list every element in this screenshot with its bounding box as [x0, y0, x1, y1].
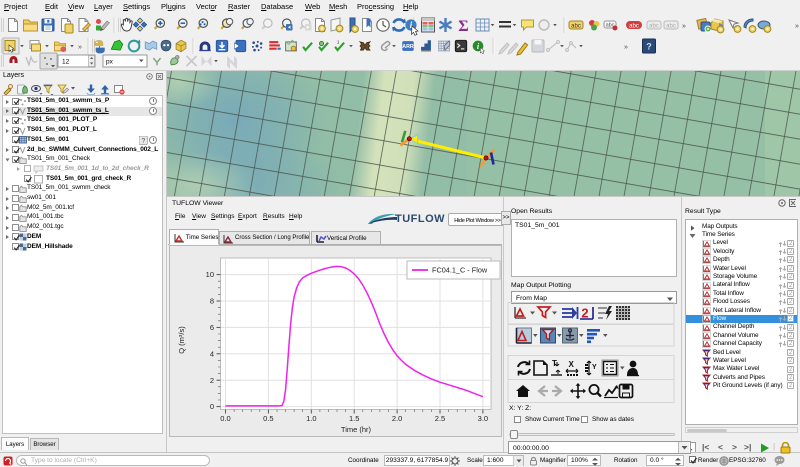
svg-text:Y: Y: [592, 364, 597, 371]
svg-text:T: T: [552, 359, 557, 368]
svg-text:px: px: [106, 59, 114, 66]
svg-text:6: 6: [210, 323, 214, 332]
svg-text:Time (hr): Time (hr): [341, 425, 372, 434]
svg-text:Q (m³/s): Q (m³/s): [177, 326, 186, 354]
svg-text:»: »: [795, 23, 799, 30]
svg-text:»: »: [682, 23, 686, 30]
svg-text:X: X: [569, 360, 575, 369]
svg-text:0: 0: [210, 402, 214, 411]
svg-text:2.0: 2.0: [392, 414, 402, 423]
svg-text:»: »: [624, 44, 628, 51]
svg-text:2.5: 2.5: [435, 414, 445, 423]
svg-text:10: 10: [206, 270, 214, 279]
svg-text:1: 1: [337, 40, 340, 46]
svg-text:1.0: 1.0: [306, 414, 316, 423]
svg-text:»: »: [78, 44, 82, 51]
svg-text:1.5: 1.5: [349, 414, 359, 423]
svg-text:ARR: ARR: [402, 44, 414, 50]
svg-text:4: 4: [210, 349, 214, 358]
svg-text:2: 2: [210, 376, 214, 385]
svg-text:3.0: 3.0: [478, 414, 488, 423]
svg-text:abc: abc: [649, 24, 659, 30]
svg-text:0.5: 0.5: [263, 414, 273, 423]
svg-text:8: 8: [210, 297, 214, 306]
svg-text:Σ: Σ: [458, 18, 468, 35]
svg-text:FC04.1_C - Flow: FC04.1_C - Flow: [432, 266, 488, 275]
svg-text:?: ?: [646, 42, 652, 52]
svg-text:?: ?: [141, 138, 145, 145]
svg-text:abc: abc: [629, 24, 639, 30]
svg-text:abc: abc: [666, 24, 676, 30]
svg-text:abc: abc: [571, 24, 581, 30]
svg-text:0.0: 0.0: [220, 414, 230, 423]
svg-text:12: 12: [62, 59, 70, 66]
